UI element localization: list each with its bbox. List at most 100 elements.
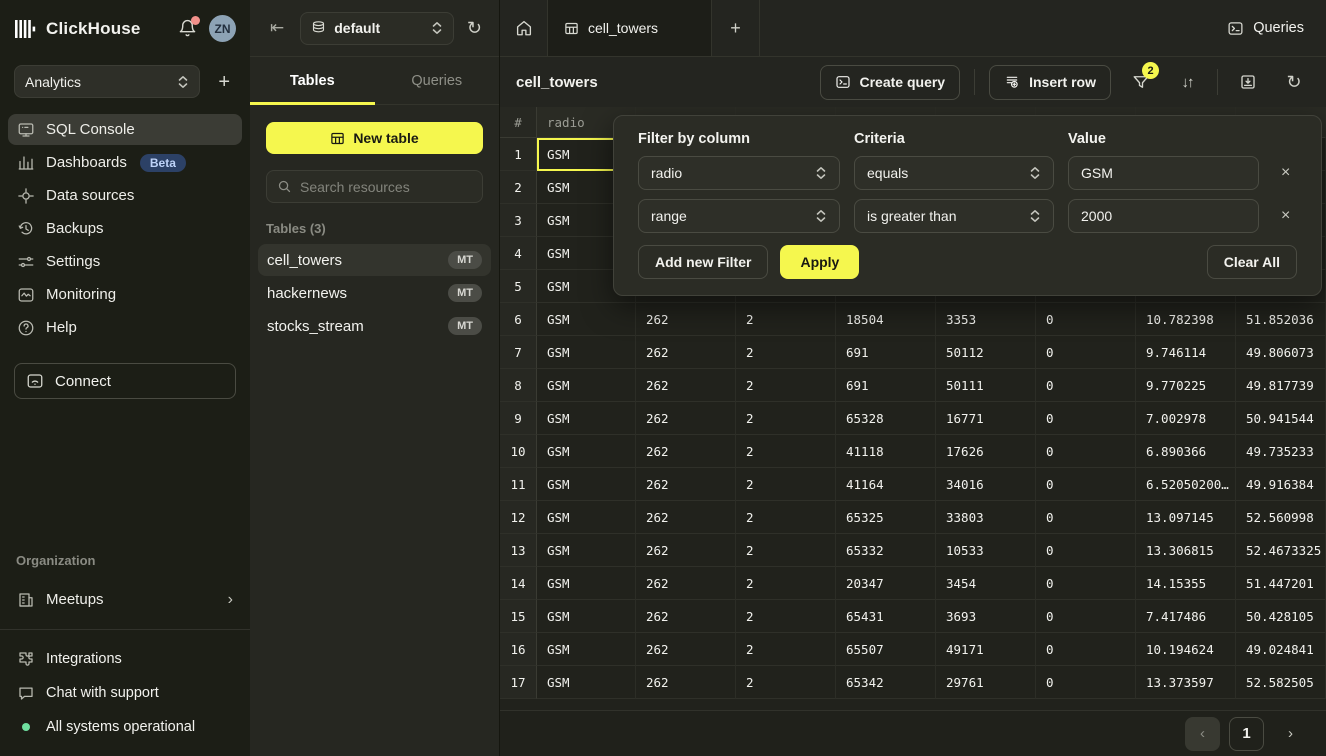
- table-cell[interactable]: 65342: [836, 666, 936, 699]
- sidebar-item-data-sources[interactable]: Data sources: [8, 180, 242, 211]
- table-cell[interactable]: 52.582505: [1236, 666, 1326, 699]
- table-cell[interactable]: 0: [1036, 633, 1136, 666]
- current-page-button[interactable]: 1: [1229, 717, 1264, 751]
- table-cell[interactable]: 2: [736, 468, 836, 501]
- table-cell[interactable]: 2: [736, 633, 836, 666]
- table-cell[interactable]: GSM: [537, 303, 636, 336]
- table-cell[interactable]: 0: [1036, 501, 1136, 534]
- table-cell[interactable]: 41164: [836, 468, 936, 501]
- prev-page-button[interactable]: ‹: [1185, 717, 1220, 751]
- table-item-hackernews[interactable]: hackernewsMT: [258, 277, 491, 309]
- table-cell[interactable]: 65332: [836, 534, 936, 567]
- table-cell[interactable]: 49.916384: [1236, 468, 1326, 501]
- table-cell[interactable]: 49.024841: [1236, 633, 1326, 666]
- sidebar-item-meetups[interactable]: Meetups›: [8, 584, 242, 615]
- queries-button[interactable]: Queries: [1205, 0, 1326, 56]
- table-cell[interactable]: 16771: [936, 402, 1036, 435]
- table-cell[interactable]: 262: [636, 369, 736, 402]
- footer-item-integrations[interactable]: Integrations: [8, 646, 242, 672]
- table-cell[interactable]: 2: [736, 534, 836, 567]
- table-cell[interactable]: GSM: [537, 567, 636, 600]
- table-cell[interactable]: 17626: [936, 435, 1036, 468]
- add-filter-button[interactable]: Add new Filter: [638, 245, 768, 279]
- table-cell[interactable]: 262: [636, 666, 736, 699]
- table-cell[interactable]: 29761: [936, 666, 1036, 699]
- filter-value-input-0[interactable]: [1068, 156, 1259, 190]
- table-cell[interactable]: 6.890366: [1136, 435, 1236, 468]
- filter-column-select-0[interactable]: radio: [638, 156, 840, 190]
- table-cell[interactable]: 18504: [836, 303, 936, 336]
- table-cell[interactable]: 33803: [936, 501, 1036, 534]
- table-cell[interactable]: 13.097145: [1136, 501, 1236, 534]
- tab-cell-towers[interactable]: cell_towers: [547, 0, 712, 56]
- table-cell[interactable]: 691: [836, 336, 936, 369]
- connect-button[interactable]: Connect: [14, 363, 236, 399]
- table-item-cell-towers[interactable]: cell_towersMT: [258, 244, 491, 276]
- table-cell[interactable]: 262: [636, 336, 736, 369]
- table-cell[interactable]: GSM: [537, 633, 636, 666]
- refresh-tables-button[interactable]: ↻: [464, 18, 485, 39]
- table-cell[interactable]: 51.447201: [1236, 567, 1326, 600]
- create-query-button[interactable]: Create query: [820, 65, 961, 100]
- table-cell[interactable]: 2: [736, 402, 836, 435]
- table-cell[interactable]: 2: [736, 600, 836, 633]
- table-cell[interactable]: 3454: [936, 567, 1036, 600]
- table-cell[interactable]: 34016: [936, 468, 1036, 501]
- table-cell[interactable]: GSM: [537, 666, 636, 699]
- column-header--[interactable]: #: [500, 107, 537, 138]
- table-cell[interactable]: 65507: [836, 633, 936, 666]
- sidebar-item-sql-console[interactable]: SQL Console: [8, 114, 242, 145]
- filter-criteria-select-1[interactable]: is greater than: [854, 199, 1054, 233]
- table-cell[interactable]: 0: [1036, 600, 1136, 633]
- table-item-stocks-stream[interactable]: stocks_streamMT: [258, 310, 491, 342]
- table-cell[interactable]: 50111: [936, 369, 1036, 402]
- add-workspace-button[interactable]: +: [212, 70, 236, 94]
- table-cell[interactable]: GSM: [537, 402, 636, 435]
- table-cell[interactable]: 0: [1036, 303, 1136, 336]
- table-cell[interactable]: 6.52050200…: [1136, 468, 1236, 501]
- database-select[interactable]: default: [300, 12, 454, 45]
- table-cell[interactable]: GSM: [537, 369, 636, 402]
- table-cell[interactable]: 3353: [936, 303, 1036, 336]
- sidebar-item-settings[interactable]: Settings: [8, 246, 242, 277]
- table-cell[interactable]: 2: [736, 336, 836, 369]
- table-cell[interactable]: 262: [636, 534, 736, 567]
- table-cell[interactable]: 2: [736, 303, 836, 336]
- search-input[interactable]: [300, 179, 472, 195]
- table-cell[interactable]: 52.4673325: [1236, 534, 1326, 567]
- table-cell[interactable]: 9.746114: [1136, 336, 1236, 369]
- table-cell[interactable]: 691: [836, 369, 936, 402]
- table-cell[interactable]: 49171: [936, 633, 1036, 666]
- footer-item-all-systems-operational[interactable]: All systems operational: [8, 714, 242, 740]
- table-cell[interactable]: GSM: [537, 534, 636, 567]
- notifications-button[interactable]: [175, 17, 199, 41]
- explorer-tab-tables[interactable]: Tables: [250, 57, 375, 104]
- sidebar-item-monitoring[interactable]: Monitoring: [8, 279, 242, 310]
- table-cell[interactable]: 262: [636, 402, 736, 435]
- table-cell[interactable]: 10.782398: [1136, 303, 1236, 336]
- table-cell[interactable]: 50.428105: [1236, 600, 1326, 633]
- download-button[interactable]: [1232, 66, 1264, 98]
- sidebar-item-help[interactable]: Help: [8, 312, 242, 343]
- table-cell[interactable]: 50112: [936, 336, 1036, 369]
- apply-filters-button[interactable]: Apply: [780, 245, 859, 279]
- table-cell[interactable]: 52.560998: [1236, 501, 1326, 534]
- table-cell[interactable]: 0: [1036, 435, 1136, 468]
- home-button[interactable]: [500, 0, 547, 56]
- table-cell[interactable]: 3693: [936, 600, 1036, 633]
- table-cell[interactable]: 65328: [836, 402, 936, 435]
- table-cell[interactable]: 9.770225: [1136, 369, 1236, 402]
- table-cell[interactable]: 262: [636, 633, 736, 666]
- table-cell[interactable]: 2: [736, 666, 836, 699]
- table-cell[interactable]: 50.941544: [1236, 402, 1326, 435]
- table-cell[interactable]: 41118: [836, 435, 936, 468]
- sidebar-item-backups[interactable]: Backups: [8, 213, 242, 244]
- filter-column-select-1[interactable]: range: [638, 199, 840, 233]
- table-cell[interactable]: 49.817739: [1236, 369, 1326, 402]
- footer-item-chat-with-support[interactable]: Chat with support: [8, 680, 242, 706]
- sort-button[interactable]: ↓↑: [1171, 66, 1203, 98]
- avatar[interactable]: ZN: [209, 15, 236, 42]
- table-cell[interactable]: 0: [1036, 666, 1136, 699]
- table-cell[interactable]: 262: [636, 468, 736, 501]
- table-cell[interactable]: 65325: [836, 501, 936, 534]
